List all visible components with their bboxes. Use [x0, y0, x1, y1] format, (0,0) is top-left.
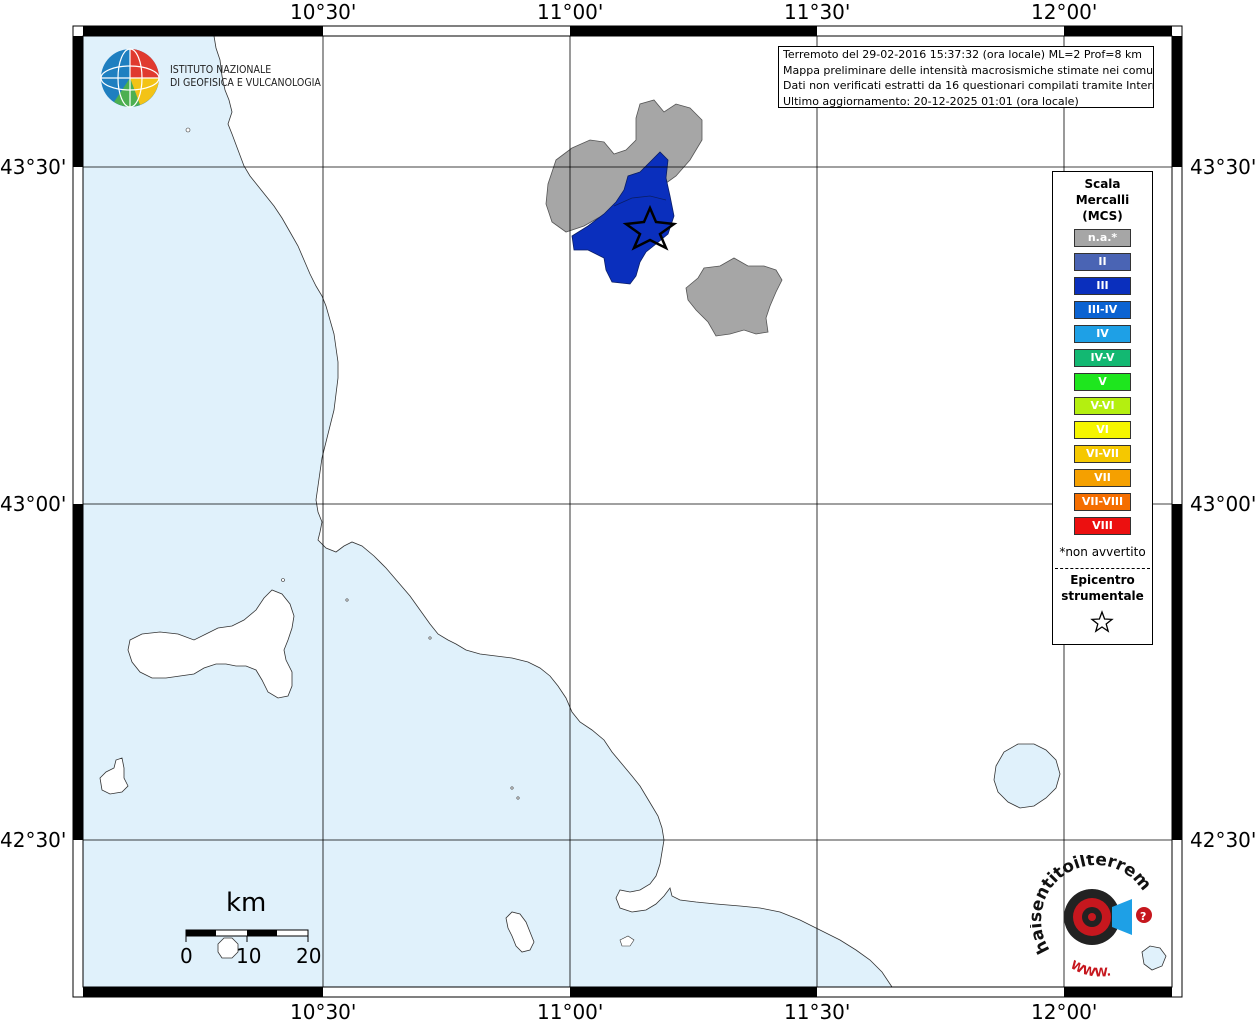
- y-tick-left: 42°30': [0, 828, 67, 852]
- ingv-line1: ISTITUTO NAZIONALE: [170, 64, 272, 76]
- legend-title-line: (MCS): [1082, 209, 1123, 223]
- legend-divider: [1055, 568, 1150, 569]
- legend-epicenter-label: Epicentro strumentale: [1053, 572, 1152, 604]
- ingv-line2: DI GEOFISICA E VULCANOLOGIA: [170, 77, 321, 89]
- ingv-logo-text: ISTITUTO NAZIONALE DI GEOFISICA E VULCAN…: [170, 64, 321, 90]
- x-tick-top: 11°30': [784, 0, 851, 24]
- islet: [281, 578, 285, 582]
- legend-epicenter-line: Epicentro: [1070, 573, 1135, 587]
- montecristo-island: [217, 937, 239, 959]
- legend-title-line: Mercalli: [1075, 193, 1130, 207]
- legend-item-vi-vii: VI-VII: [1074, 445, 1131, 463]
- legend-title-line: Scala: [1084, 177, 1121, 191]
- legend-item-iii-iv: III-IV: [1074, 301, 1131, 319]
- legend-item-n-a: n.a.*: [1074, 229, 1131, 247]
- legend-note: *non avvertito: [1059, 545, 1146, 559]
- hsit-www-text: WWW.: [1068, 958, 1112, 980]
- legend-item-vii-viii: VII-VIII: [1074, 493, 1131, 511]
- scale-bar-unit: km: [226, 888, 267, 918]
- x-tick-bottom: 11°00': [537, 1000, 604, 1024]
- legend-item-v-vi: V-VI: [1074, 397, 1131, 415]
- islet: [185, 127, 191, 133]
- hsit-www-path: WWW.: [1068, 958, 1112, 980]
- event-info-box: Terremoto del 29-02-2016 15:37:32 (ora l…: [778, 46, 1154, 108]
- islet: [510, 786, 514, 790]
- scale-bar-label: 0: [180, 944, 193, 968]
- scale-bar-label: 10: [236, 944, 262, 968]
- x-tick-top: 12°00': [1031, 0, 1098, 24]
- legend-item-iv: IV: [1074, 325, 1131, 343]
- islet: [428, 636, 432, 640]
- event-info-line: Mappa preliminare delle intensità macros…: [783, 63, 1153, 77]
- legend-item-viii: VIII: [1074, 517, 1131, 535]
- event-info-line: Ultimo aggiornamento: 20-12-2025 01:01 (…: [783, 94, 1079, 108]
- legend-epicenter-line: strumentale: [1061, 589, 1144, 603]
- ingv-globe-logo: [100, 48, 160, 108]
- legend-item-iv-v: IV-V: [1074, 349, 1131, 367]
- legend-item-vii: VII: [1074, 469, 1131, 487]
- legend-item-iii: III: [1074, 277, 1131, 295]
- hsit-logo: haisentitoilterremoto.it WWW. ?: [1030, 855, 1155, 980]
- y-tick-right: 43°30': [1190, 155, 1255, 179]
- x-tick-bottom: 11°30': [784, 1000, 851, 1024]
- mcs-legend: Scala Mercalli (MCS) n.a.* II III III-IV IV I…: [1052, 171, 1153, 645]
- x-tick-bottom: 12°00': [1031, 1000, 1098, 1024]
- x-tick-top: 10°30': [290, 0, 357, 24]
- legend-item-v: V: [1074, 373, 1131, 391]
- legend-item-vi: VI: [1074, 421, 1131, 439]
- y-tick-right: 42°30': [1190, 828, 1255, 852]
- x-tick-top: 11°00': [537, 0, 604, 24]
- scale-bar-label: 20: [296, 944, 322, 968]
- legend-item-ii: II: [1074, 253, 1131, 271]
- legend-title: Scala Mercalli (MCS): [1053, 176, 1152, 224]
- x-tick-bottom: 10°30': [290, 1000, 357, 1024]
- islet: [345, 598, 349, 602]
- svg-text:?: ?: [1140, 910, 1146, 923]
- legend-star-icon: [1090, 610, 1114, 633]
- y-tick-left: 43°30': [0, 155, 67, 179]
- event-info-line: Dati non verificati estratti da 16 quest…: [783, 79, 1153, 92]
- event-info-line: Terremoto del 29-02-2016 15:37:32 (ora l…: [783, 48, 1143, 61]
- y-tick-left: 43°00': [0, 492, 67, 516]
- islet: [516, 796, 520, 800]
- y-tick-right: 43°00': [1190, 492, 1255, 516]
